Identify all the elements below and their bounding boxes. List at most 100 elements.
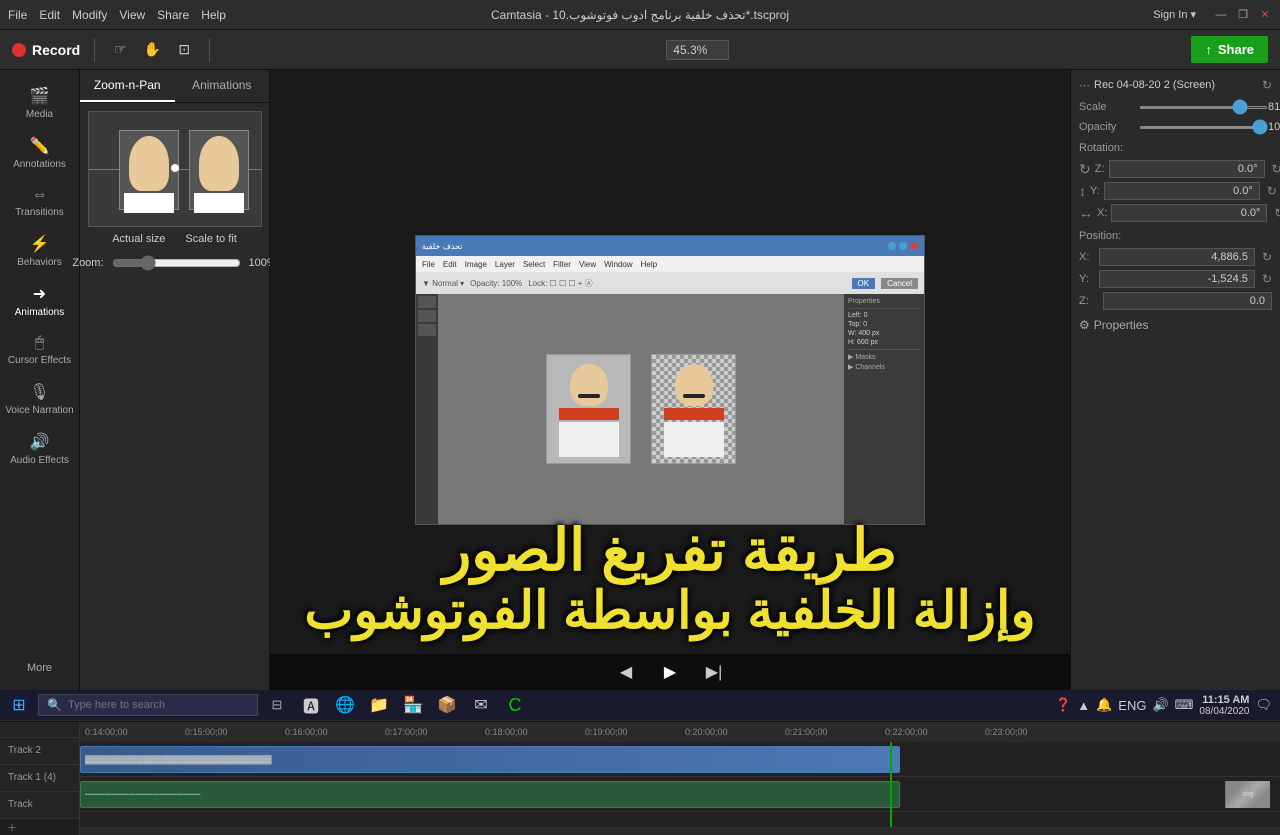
pointer-tool[interactable]: ☞	[109, 39, 131, 61]
crop-tool[interactable]: ⊡	[173, 39, 195, 61]
clip-info: ⋯ Rec 04-08-20 2 (Screen) ↻	[1079, 78, 1272, 92]
ps-minimize[interactable]	[888, 242, 896, 250]
scale-to-fit-button[interactable]: Scale to fit	[185, 233, 236, 245]
track-label-0: Track	[0, 792, 79, 819]
taskbar-mail[interactable]: ✉	[466, 690, 496, 720]
gear-icon: ⚙	[1079, 318, 1090, 332]
notification-icon[interactable]: 🔔	[1096, 697, 1112, 713]
time-display: 11:15 AM	[1199, 694, 1249, 706]
sidebar-item-animations[interactable]: ➜ Animations	[0, 276, 79, 326]
sign-in-button[interactable]: Sign In ▾	[1153, 8, 1196, 21]
rotation-x-input[interactable]	[1111, 204, 1267, 222]
title-bar: File Edit Modify View Share Help Camtasi…	[0, 0, 1280, 30]
rotation-x-row: ↔ X: ↻	[1079, 204, 1272, 222]
rotation-z-reset[interactable]: ↻	[1272, 162, 1280, 176]
actual-size-button[interactable]: Actual size	[112, 233, 165, 245]
taskbar-files[interactable]: 📁	[364, 690, 394, 720]
more-button[interactable]: More	[0, 654, 79, 682]
ps-cancel-button[interactable]: Cancel	[881, 278, 918, 289]
record-button[interactable]: Record	[12, 42, 80, 58]
opacity-row: Opacity 100% ↻	[1079, 120, 1272, 134]
rotation-x-icon: ↔	[1079, 205, 1093, 221]
ps-tool-3[interactable]	[418, 324, 436, 336]
pos-y-reset[interactable]: ↻	[1262, 272, 1272, 286]
close-button[interactable]: ✕	[1258, 8, 1272, 22]
track-clip-1[interactable]: ╌╌╌╌╌╌╌╌╌╌╌╌╌╌╌╌╌╌╌╌╌╌╌╌	[80, 781, 900, 808]
ps-ok-button[interactable]: OK	[852, 278, 876, 289]
ps-tool-2[interactable]	[418, 310, 436, 322]
behaviors-icon: ⚡	[30, 234, 50, 254]
pos-z-input[interactable]	[1103, 292, 1272, 310]
keyframe-dot[interactable]	[171, 164, 179, 172]
notification-bell[interactable]: 🗨	[1255, 697, 1272, 713]
refresh-icon[interactable]: ↻	[1262, 78, 1272, 92]
ps-image-right	[651, 354, 736, 464]
canvas-content: تحذف خلفية FileEditImageLayerSelectFilte…	[415, 235, 925, 525]
ps-tool-1[interactable]	[418, 296, 436, 308]
play-button[interactable]: ▶	[656, 658, 684, 686]
share-button[interactable]: ↑ Share	[1191, 36, 1268, 63]
zoom-select[interactable]: 45.3% 25% 50% 100% Fit	[666, 40, 729, 60]
opacity-slider[interactable]	[1139, 126, 1268, 129]
properties-button[interactable]: ⚙ Properties	[1079, 318, 1272, 332]
track-row-2: ▓▓▓▓▓▓▓▓▓▓▓▓▓▓▓▓▓▓▓▓▓▓▓▓▓▓▓▓▓▓▓▓	[80, 742, 1280, 777]
next-frame-button[interactable]: ▶|	[700, 658, 728, 686]
sidebar-item-voice-narration[interactable]: 🎙 Voice Narration	[0, 374, 79, 424]
playhead[interactable]: 2:154:28	[890, 742, 892, 827]
sidebar-label-cursor: Cursor Effects	[8, 355, 71, 366]
sidebar-item-annotations[interactable]: ✏️ Annotations	[0, 128, 79, 178]
menu-share[interactable]: Share	[157, 8, 189, 22]
sidebar-label-voice: Voice Narration	[5, 405, 73, 416]
menu-modify[interactable]: Modify	[72, 8, 107, 22]
search-bar[interactable]: 🔍	[38, 694, 258, 716]
language-icon[interactable]: ENG	[1118, 698, 1146, 713]
keyboard-icon[interactable]: ⌨	[1175, 697, 1194, 713]
ps-close[interactable]	[910, 242, 918, 250]
preview-canvas[interactable]	[88, 111, 262, 227]
taskbar-dropbox[interactable]: 📦	[432, 690, 462, 720]
sidebar-item-media[interactable]: 🎬 Media	[0, 78, 79, 128]
add-track-button[interactable]: +	[8, 819, 16, 835]
taskbar-task-view[interactable]: ⊟	[262, 690, 292, 720]
rotation-z-input[interactable]	[1109, 160, 1265, 178]
prev-frame-button[interactable]: ◀	[612, 658, 640, 686]
help-icon[interactable]: ❓	[1055, 697, 1071, 713]
tab-zoom-n-pan[interactable]: Zoom-n-Pan	[80, 70, 175, 102]
maximize-button[interactable]: ❐	[1236, 8, 1250, 22]
hand-tool[interactable]: ✋	[141, 39, 163, 61]
sidebar-item-transitions[interactable]: ⇔ Transitions	[0, 178, 79, 226]
menu-file[interactable]: File	[8, 8, 27, 22]
timeline-scrollbar[interactable]	[80, 827, 1280, 835]
keyframe-right[interactable]	[189, 130, 249, 210]
taskbar-store[interactable]: 🏪	[398, 690, 428, 720]
system-tray-arrow[interactable]: ▲	[1077, 698, 1090, 713]
minimize-button[interactable]: —	[1214, 8, 1228, 22]
zoom-slider[interactable]	[112, 255, 241, 271]
sidebar-label-annotations: Annotations	[13, 159, 66, 170]
position-label-row: Position:	[1079, 230, 1272, 242]
pos-x-input[interactable]	[1099, 248, 1255, 266]
menu-view[interactable]: View	[119, 8, 145, 22]
ps-maximize[interactable]	[899, 242, 907, 250]
sidebar-label-transitions: Transitions	[15, 207, 64, 218]
rotation-y-reset[interactable]: ↻	[1267, 184, 1277, 198]
track-clip-2[interactable]: ▓▓▓▓▓▓▓▓▓▓▓▓▓▓▓▓▓▓▓▓▓▓▓▓▓▓▓▓▓▓▓▓	[80, 746, 900, 773]
menu-edit[interactable]: Edit	[39, 8, 60, 22]
sidebar-item-cursor-effects[interactable]: 🖱 Cursor Effects	[0, 326, 79, 374]
menu-help[interactable]: Help	[201, 8, 226, 22]
pos-x-reset[interactable]: ↻	[1262, 250, 1272, 264]
scale-slider[interactable]	[1139, 106, 1268, 109]
taskbar-amazon[interactable]: 🅰	[296, 690, 326, 720]
start-button[interactable]: ⊞	[4, 690, 34, 720]
keyframe-left[interactable]	[119, 130, 179, 210]
sidebar-item-audio-effects[interactable]: 🔊 Audio Effects	[0, 424, 79, 474]
volume-icon[interactable]: 🔊	[1152, 697, 1168, 713]
search-input[interactable]	[68, 699, 249, 711]
tab-animations[interactable]: Animations	[175, 70, 270, 102]
taskbar-camtasia[interactable]: C	[500, 690, 530, 720]
title-bar-left: File Edit Modify View Share Help	[8, 8, 226, 22]
taskbar-edge[interactable]: 🌐	[330, 690, 360, 720]
rotation-y-input[interactable]	[1104, 182, 1260, 200]
pos-y-input[interactable]	[1099, 270, 1255, 288]
rotation-x-reset[interactable]: ↻	[1274, 206, 1280, 220]
